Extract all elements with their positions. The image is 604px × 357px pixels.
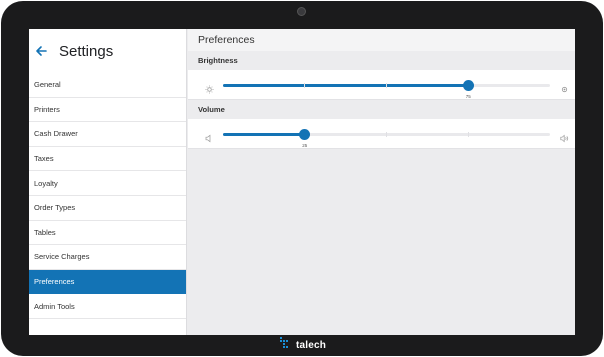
slider-tick [386,132,387,137]
volume-slider-thumb[interactable] [299,129,311,140]
preferences-panel: Preferences Brightness 75 Volume 25 [188,29,575,335]
settings-menu: General Printers Cash Drawer Taxes Loyalty Or… [29,73,186,319]
slider-tick [304,83,305,88]
brightness-high-icon [560,81,569,93]
volume-value: 25 [302,143,308,148]
brightness-slider-row: 75 [188,70,575,100]
sidebar-item-order-types[interactable]: Order Types [29,196,186,221]
brightness-slider-fill [223,84,469,87]
sidebar-item-taxes[interactable]: Taxes [29,147,186,172]
brand-name: talech [296,339,327,351]
volume-slider-row: 25 [188,119,575,149]
volume-high-icon [560,130,569,143]
tablet-device: Settings General Printers Cash Drawer Taxes… [1,1,603,356]
camera-lens [297,7,306,16]
back-arrow-icon[interactable] [35,44,49,58]
sidebar-item-printers[interactable]: Printers [29,98,186,123]
sidebar-item-service-charges[interactable]: Service Charges [29,245,186,270]
brightness-low-icon [205,81,214,94]
sidebar-item-tables[interactable]: Tables [29,221,186,246]
brightness-value: 75 [465,94,471,99]
sidebar-item-preferences[interactable]: Preferences [29,269,186,295]
sidebar-item-cash-drawer[interactable]: Cash Drawer [29,122,186,147]
slider-tick [468,132,469,137]
brightness-slider[interactable]: 75 [223,80,550,99]
volume-low-icon [205,130,214,143]
sidebar-item-general[interactable]: General [29,73,186,98]
volume-slider-fill [223,133,305,136]
sidebar-title: Settings [59,42,114,60]
volume-slider[interactable]: 25 [223,129,550,148]
sidebar-header: Settings [29,29,186,73]
sidebar-item-admin-tools[interactable]: Admin Tools [29,294,186,319]
page-title: Preferences [188,29,575,51]
brightness-slider-thumb[interactable] [462,80,474,91]
brightness-section-title: Brightness [188,51,575,70]
talech-logo-icon [279,336,291,355]
app-screen: Settings General Printers Cash Drawer Taxes… [29,29,575,335]
sidebar-item-loyalty[interactable]: Loyalty [29,171,186,196]
slider-tick [386,83,387,88]
volume-section-title: Volume [188,100,575,119]
settings-sidebar: Settings General Printers Cash Drawer Taxes… [29,29,187,335]
device-brand: talech [279,336,327,355]
